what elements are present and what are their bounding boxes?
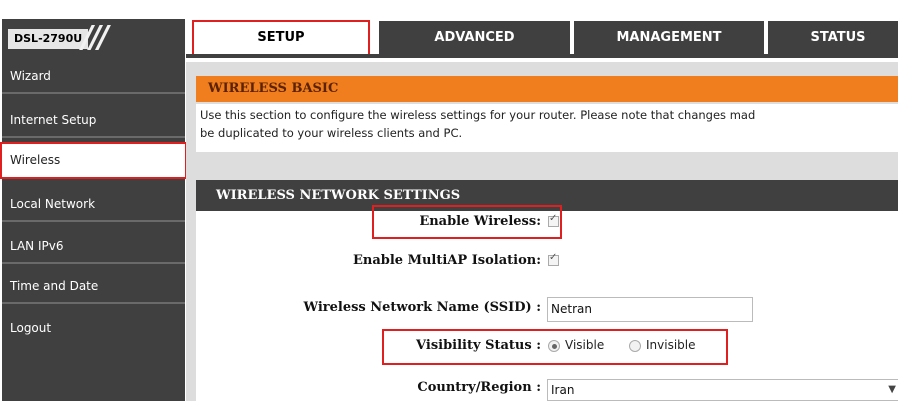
enable-wireless-label: Enable Wireless:	[419, 214, 541, 229]
visibility-visible-radio[interactable]	[548, 340, 560, 352]
country-region-value: Iran	[551, 383, 575, 397]
visibility-status-label: Visibility Status :	[416, 338, 541, 353]
tab-setup[interactable]: SETUP	[192, 20, 370, 56]
tab-advanced[interactable]: ADVANCED	[379, 21, 570, 54]
visibility-invisible-label: Invisible	[646, 338, 696, 352]
description-line-2: be duplicated to your wireless clients a…	[200, 126, 463, 140]
description-line-1: Use this section to configure the wirele…	[200, 108, 756, 122]
wireless-basic-description: Use this section to configure the wirele…	[196, 104, 898, 152]
model-logo-box: DSL-2790U ///	[2, 19, 185, 58]
wireless-basic-panel: WIRELESS BASIC Use this section to confi…	[186, 62, 898, 160]
settings-form: Enable Wireless: Enable MultiAP Isolatio…	[196, 205, 898, 401]
multiap-isolation-label: Enable MultiAP Isolation:	[352, 253, 541, 268]
sidebar-item-wireless[interactable]: Wireless	[0, 142, 187, 179]
ssid-input[interactable]: Netran	[547, 297, 753, 322]
tab-management[interactable]: MANAGEMENT	[574, 21, 764, 54]
ssid-label: Wireless Network Name (SSID) :	[303, 300, 541, 315]
logo-slashes-icon: ///	[82, 20, 109, 55]
sidebar: Wizard Internet Setup Wireless Local Net…	[0, 58, 187, 401]
sidebar-item-lan-ipv6[interactable]: LAN IPv6	[2, 228, 185, 264]
wireless-basic-title: WIRELESS BASIC	[196, 76, 898, 102]
visibility-invisible-radio[interactable]	[629, 340, 641, 352]
main-content: WIRELESS BASIC Use this section to confi…	[186, 58, 898, 401]
multiap-isolation-checkbox[interactable]	[548, 252, 559, 266]
dropdown-arrow-icon: ▼	[888, 384, 896, 395]
sidebar-item-logout[interactable]: Logout	[2, 310, 185, 346]
sidebar-item-internet-setup[interactable]: Internet Setup	[2, 102, 185, 138]
sidebar-item-wizard[interactable]: Wizard	[2, 58, 185, 94]
sidebar-item-local-network[interactable]: Local Network	[2, 186, 185, 222]
model-badge: DSL-2790U	[8, 29, 89, 49]
enable-wireless-checkbox[interactable]	[548, 213, 559, 227]
wireless-network-settings-panel: WIRELESS NETWORK SETTINGS Enable Wireles…	[186, 160, 898, 401]
tab-status[interactable]: STATUS	[768, 21, 898, 54]
sidebar-item-time-and-date[interactable]: Time and Date	[2, 268, 185, 304]
country-region-label: Country/Region :	[417, 380, 541, 395]
country-region-select[interactable]: Iran ▼	[547, 379, 898, 401]
visibility-visible-label: Visible	[565, 338, 605, 352]
header: DSL-2790U /// SETUP ADVANCED MANAGEMENT …	[0, 0, 898, 58]
